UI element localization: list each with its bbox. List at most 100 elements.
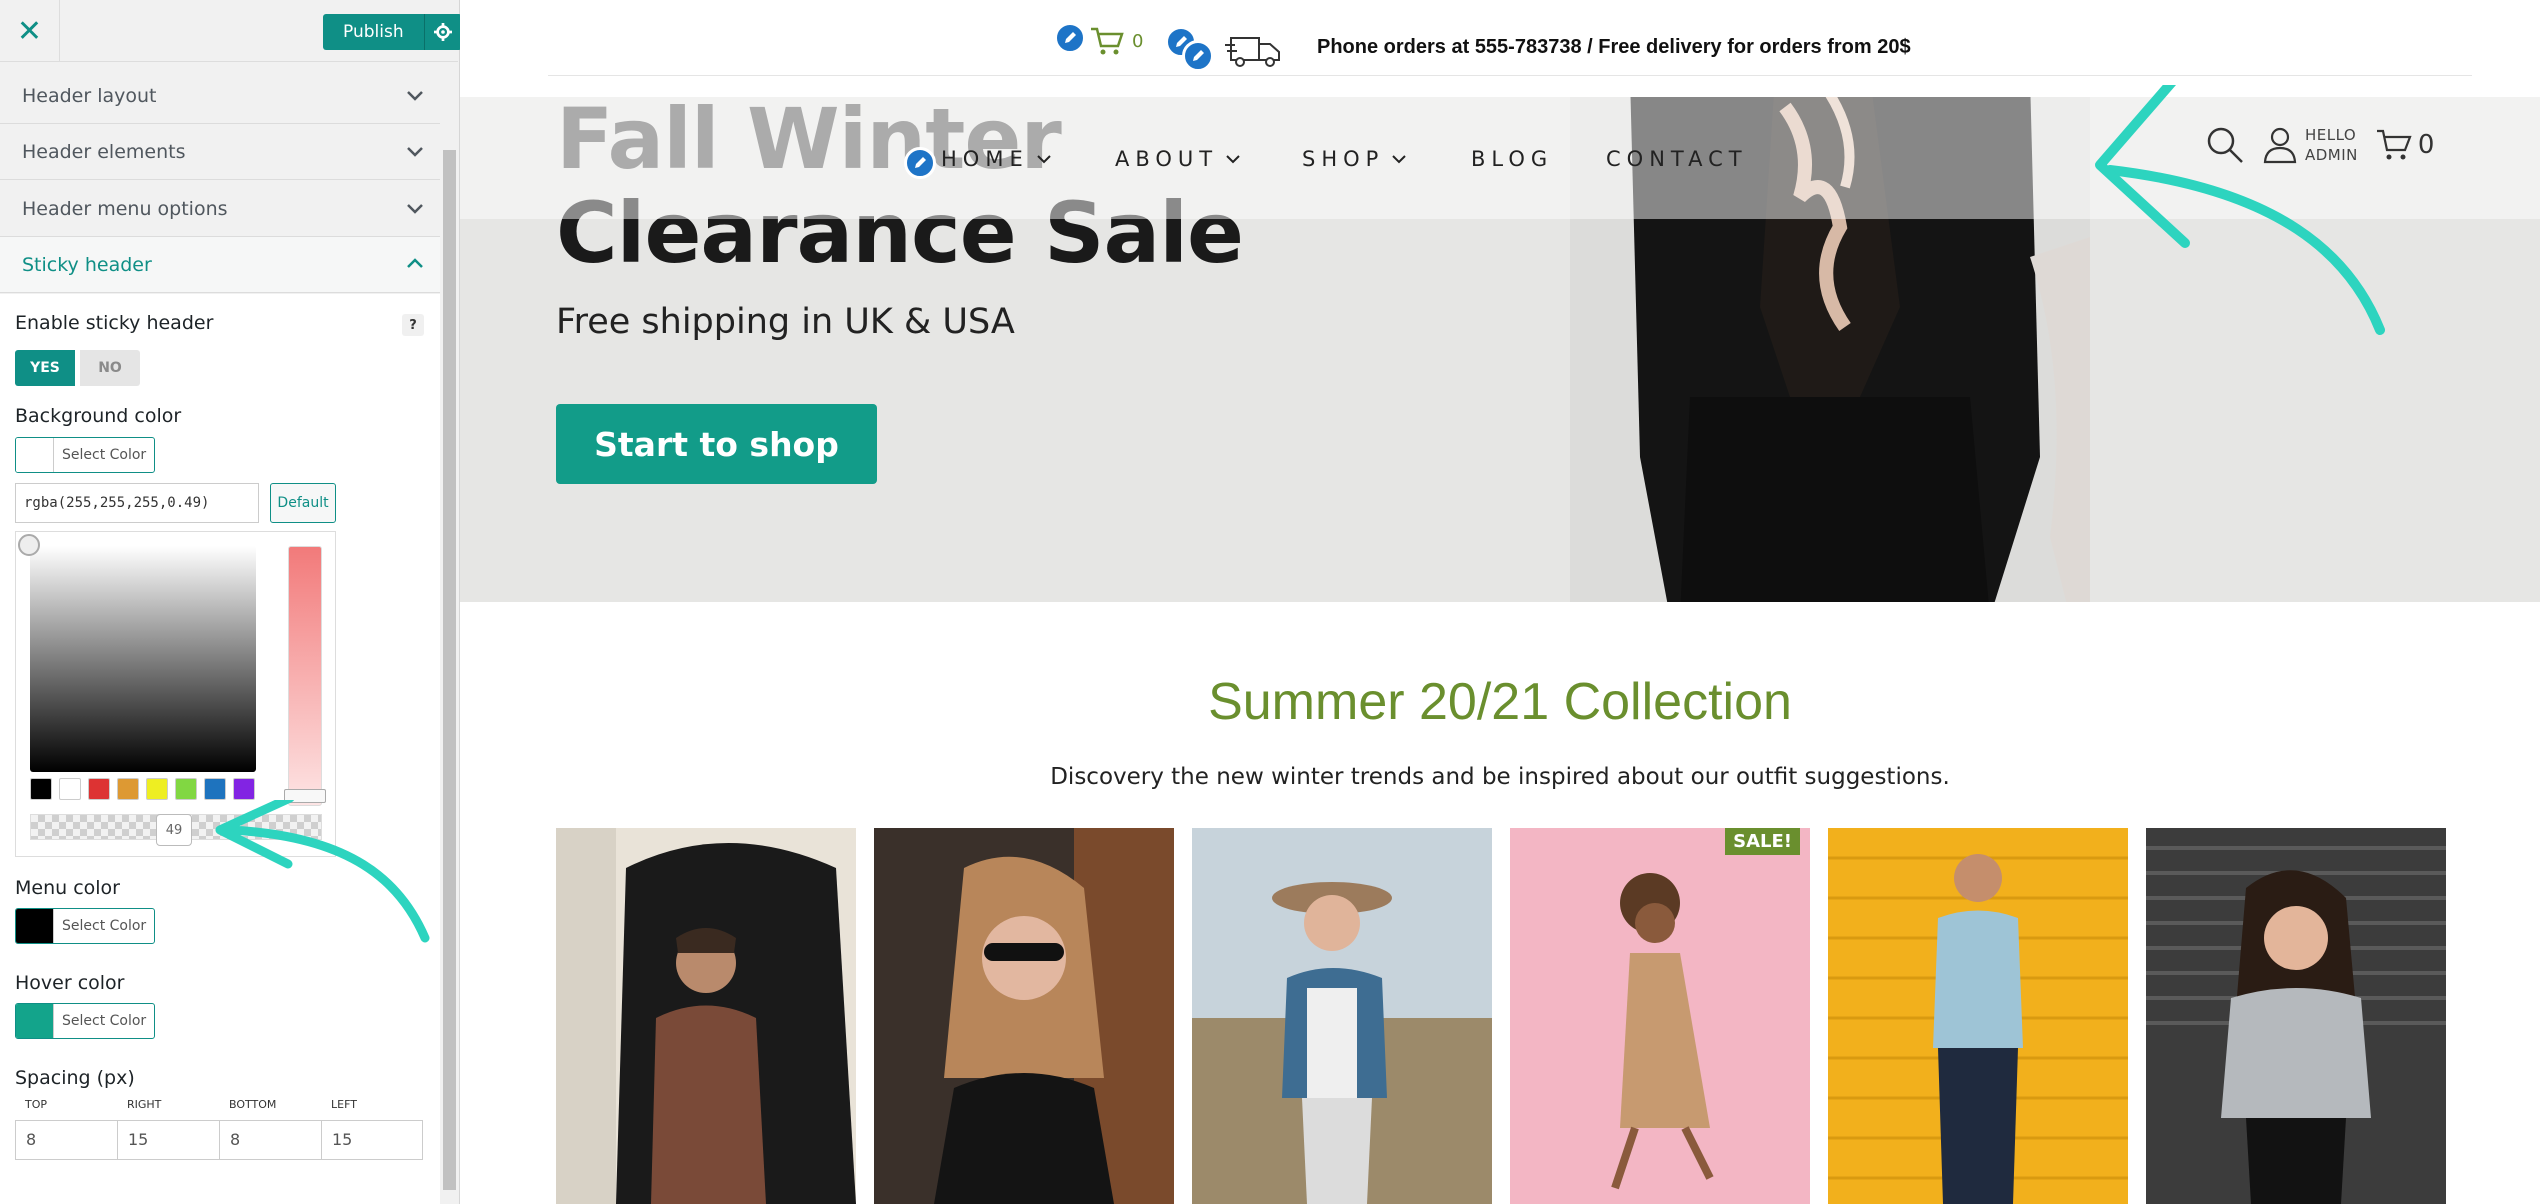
chevron-up-icon (407, 258, 423, 268)
admin-label: ADMIN (2305, 146, 2358, 164)
spacing-bottom-input[interactable]: 8 (219, 1120, 322, 1160)
color-picker: 49 (15, 531, 336, 857)
toggle-yes-button[interactable]: YES (15, 350, 75, 386)
nav-label: CONTACT (1606, 147, 1748, 171)
account-link[interactable]: HELLO ADMIN (2263, 125, 2358, 165)
menu-color-select-button[interactable]: Select Color (15, 908, 156, 944)
hue-slider[interactable] (288, 546, 322, 806)
close-button[interactable]: ✕ (0, 0, 60, 62)
edit-pencil-icon[interactable] (1054, 22, 1086, 54)
chevron-down-icon (407, 147, 423, 157)
palette-swatch[interactable] (88, 778, 110, 800)
background-color-input[interactable]: rgba(255,255,255,0.49) (15, 483, 259, 523)
section-sticky-header[interactable]: Sticky header (0, 237, 440, 293)
chevron-down-icon (407, 91, 423, 101)
publish-settings-button[interactable] (423, 14, 462, 50)
spacing-label: Spacing (px) (15, 1067, 135, 1089)
user-icon (2263, 127, 2297, 164)
start-to-shop-button[interactable]: Start to shop (556, 404, 877, 484)
top-cart[interactable]: 0 (1090, 26, 1143, 56)
edit-pencil-icon[interactable] (904, 147, 936, 179)
hue-slider-handle[interactable] (284, 789, 326, 803)
product-image (2146, 828, 2446, 1204)
background-color-select-button[interactable]: Select Color (15, 437, 156, 473)
hello-admin-text: HELLO ADMIN (2305, 125, 2358, 165)
nav-item-home[interactable]: HOME (941, 147, 1053, 171)
product-card[interactable] (874, 828, 1174, 1204)
chevron-down-icon (407, 204, 423, 214)
cart-icon (1091, 27, 1124, 55)
palette-swatch[interactable] (59, 778, 81, 800)
spacing-top-head: TOP (25, 1098, 48, 1111)
alpha-slider-handle[interactable]: 49 (156, 814, 192, 846)
hero-subtitle: Free shipping in UK & USA (556, 302, 1015, 342)
publish-group: Publish (323, 14, 462, 50)
saturation-square[interactable] (30, 546, 256, 772)
color-swatch (16, 1004, 54, 1038)
product-card[interactable]: SALE! (1510, 828, 1810, 1204)
cart-icon (2376, 129, 2412, 160)
product-image (556, 828, 856, 1204)
spacing-bottom-head: BOTTOM (229, 1098, 277, 1111)
color-swatch (16, 909, 54, 943)
help-icon[interactable]: ? (402, 314, 424, 336)
background-color-label: Background color (15, 405, 182, 427)
palette-swatch[interactable] (233, 778, 255, 800)
palette-swatch[interactable] (117, 778, 139, 800)
spacing-right-input[interactable]: 15 (117, 1120, 220, 1160)
palette-swatch[interactable] (175, 778, 197, 800)
palette-swatch[interactable] (146, 778, 168, 800)
saturation-handle[interactable] (18, 534, 40, 556)
section-header-elements[interactable]: Header elements (0, 124, 440, 180)
header-cart[interactable]: 0 (2376, 128, 2435, 162)
nav-label: ABOUT (1115, 147, 1219, 171)
hover-color-select-button[interactable]: Select Color (15, 1003, 156, 1039)
nav-item-shop[interactable]: SHOP (1302, 147, 1408, 171)
product-image (874, 828, 1174, 1204)
default-button[interactable]: Default (270, 483, 336, 523)
product-image (1192, 828, 1492, 1204)
spacing-left-input[interactable]: 15 (321, 1120, 423, 1160)
color-palette (30, 778, 255, 800)
collection-description: Discovery the new winter trends and be i… (1050, 764, 1950, 790)
hello-label: HELLO (2305, 126, 2357, 144)
select-color-label: Select Color (62, 918, 147, 934)
section-header-layout[interactable]: Header layout (0, 68, 440, 124)
section-label: Header layout (22, 84, 157, 107)
product-card[interactable] (2146, 828, 2446, 1204)
toggle-no-button[interactable]: NO (80, 350, 140, 386)
palette-swatch[interactable] (30, 778, 52, 800)
chevron-down-icon (1226, 155, 1240, 164)
color-swatch (16, 438, 54, 472)
product-card[interactable] (1192, 828, 1492, 1204)
search-icon[interactable] (2205, 125, 2245, 165)
section-label: Header elements (22, 140, 186, 163)
collection-title: Summer 20/21 Collection (1208, 673, 1792, 731)
publish-button[interactable]: Publish (323, 14, 424, 50)
edit-pencil-icon[interactable] (1182, 40, 1214, 72)
enable-sticky-label: Enable sticky header (15, 312, 214, 334)
palette-swatch[interactable] (204, 778, 226, 800)
customizer-sidebar: ✕ Publish Header layout Header elements … (0, 0, 462, 1204)
nav-item-contact[interactable]: CONTACT (1606, 147, 1748, 171)
nav-label: BLOG (1471, 147, 1554, 171)
sidebar-scrollbar-thumb[interactable] (443, 150, 456, 1190)
hover-color-label: Hover color (15, 972, 125, 994)
chevron-down-icon (1392, 155, 1407, 164)
spacing-right-head: RIGHT (127, 1098, 162, 1111)
header-cart-count: 0 (2417, 130, 2435, 160)
product-image (1828, 828, 2128, 1204)
sale-badge: SALE! (1725, 828, 1800, 855)
nav-item-about[interactable]: ABOUT (1115, 147, 1242, 171)
site-preview: Fall Winter Clearance Sale Free shipping… (460, 0, 2540, 1204)
product-card[interactable] (1828, 828, 2128, 1204)
product-image (1510, 828, 1810, 1204)
section-header-menu-options[interactable]: Header menu options (0, 181, 440, 237)
product-card[interactable] (556, 828, 856, 1204)
top-cart-count: 0 (1132, 30, 1144, 52)
nav-item-blog[interactable]: BLOG (1471, 147, 1553, 171)
phone-orders-text: Phone orders at 555-783738 / Free delive… (1317, 36, 1911, 58)
select-color-label: Select Color (62, 447, 147, 463)
section-label: Header menu options (22, 197, 228, 220)
spacing-top-input[interactable]: 8 (15, 1120, 118, 1160)
